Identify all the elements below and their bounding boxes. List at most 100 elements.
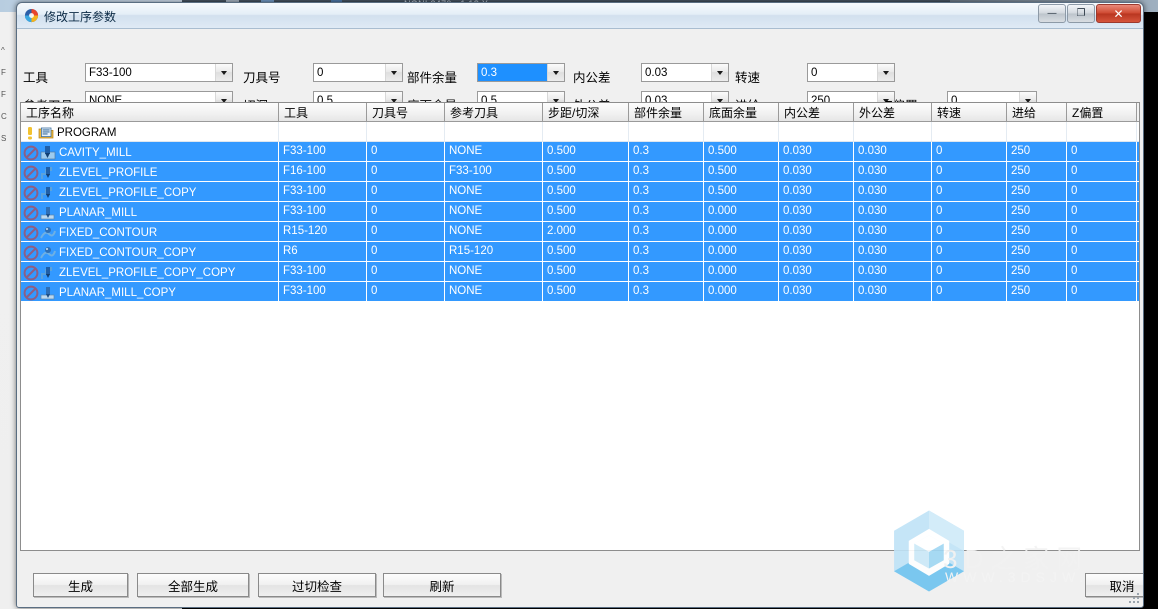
- grid-header-tool[interactable]: 工具: [279, 103, 367, 121]
- table-row[interactable]: ZLEVEL_PROFILE_COPY F33-100 0 NONE 0.500 0.3 0…: [21, 182, 1139, 202]
- operation-name-cell: ZLEVEL_PROFILE_COPY: [21, 182, 279, 201]
- grid-header-zoff[interactable]: Z偏置: [1067, 103, 1137, 121]
- cell-tnum: 0: [367, 222, 445, 241]
- program-cell-reft: [445, 122, 543, 141]
- cell-speed: 0: [932, 282, 1007, 301]
- footer-button-3[interactable]: 刷新: [383, 573, 501, 597]
- cell-reft: NONE: [445, 222, 543, 241]
- cell-feed: 250: [1007, 182, 1067, 201]
- maximize-button[interactable]: ❐: [1067, 4, 1095, 23]
- grid-header-tnum[interactable]: 刀具号: [367, 103, 445, 121]
- operation-name: ZLEVEL_PROFILE_COPY: [59, 187, 197, 199]
- cell-feed: 250: [1007, 262, 1067, 281]
- zlevel-profile-icon: [40, 165, 56, 181]
- cell-speed: 0: [932, 222, 1007, 241]
- grid-header-name[interactable]: 工序名称: [21, 103, 279, 121]
- cell-zoff: 0: [1067, 242, 1137, 261]
- minimize-icon: —: [1047, 8, 1057, 19]
- table-row[interactable]: FIXED_CONTOUR R15-120 0 NONE 2.000 0.3 0.000 0.…: [21, 222, 1139, 242]
- minimize-button[interactable]: —: [1038, 4, 1066, 23]
- table-row[interactable]: ZLEVEL_PROFILE_COPY_COPY F33-100 0 NONE 0.50…: [21, 262, 1139, 282]
- program-cell-intol: [779, 122, 854, 141]
- cell-reft: NONE: [445, 262, 543, 281]
- combo-0[interactable]: F33-100: [85, 63, 233, 82]
- cell-zoff: 0: [1067, 222, 1137, 241]
- cell-tnum: 0: [367, 162, 445, 181]
- field-label-0: 工具: [23, 71, 49, 85]
- grid-header-intol[interactable]: 内公差: [779, 103, 854, 121]
- grid-header-row: 工序名称 工具 刀具号 参考刀具 步距/切深 部件余量 底面余量 内公差 外公差 转速 进给 Z偏置: [21, 103, 1139, 122]
- program-name-cell: PROGRAM: [21, 122, 279, 141]
- footer-button-1[interactable]: 全部生成: [137, 573, 249, 597]
- cell-intol: 0.030: [779, 242, 854, 261]
- field-label-2: 刀具号: [243, 71, 281, 85]
- grid-header-speed[interactable]: 转速: [932, 103, 1007, 121]
- chevron-down-icon[interactable]: [385, 64, 402, 81]
- cell-outtol: 0.030: [854, 202, 932, 221]
- table-row[interactable]: ZLEVEL_PROFILE F16-100 0 F33-100 0.500 0.3 0.5…: [21, 162, 1139, 182]
- no-entry-icon: [23, 265, 39, 281]
- grid-header-part[interactable]: 部件余量: [629, 103, 704, 121]
- cell-step: 0.500: [543, 242, 629, 261]
- grid-header-feed[interactable]: 进给: [1007, 103, 1067, 121]
- cell-intol: 0.030: [779, 142, 854, 161]
- cavity-mill-icon: [40, 145, 56, 161]
- cell-tool: F33-100: [279, 142, 367, 161]
- footer-button-2[interactable]: 过切检查: [258, 573, 376, 597]
- combo-value-2[interactable]: 0: [314, 64, 385, 81]
- combo-value-8[interactable]: 0: [808, 64, 877, 81]
- program-cell-step: [543, 122, 629, 141]
- table-row[interactable]: FIXED_CONTOUR_COPY R6 0 R15-120 0.500 0.3 0.00…: [21, 242, 1139, 262]
- no-entry-icon: [23, 245, 39, 261]
- table-row[interactable]: PLANAR_MILL F33-100 0 NONE 0.500 0.3 0.000 0.03…: [21, 202, 1139, 222]
- grid-body[interactable]: PROGRAM CAVITY_MILL F33-100 0 NONE 0.500 0.3 0.…: [21, 122, 1139, 302]
- grid-header-floor[interactable]: 底面余量: [704, 103, 779, 121]
- cell-zoff: 0: [1067, 142, 1137, 161]
- combo-6[interactable]: 0.03: [641, 63, 729, 82]
- titlebar[interactable]: 修改工序参数 — ❐ ✕: [17, 3, 1143, 29]
- cell-part: 0.3: [629, 142, 704, 161]
- chevron-down-icon[interactable]: [877, 64, 894, 81]
- grid-header-outtol[interactable]: 外公差: [854, 103, 932, 121]
- grid-row-program[interactable]: PROGRAM: [21, 122, 1139, 142]
- combo-value-0[interactable]: F33-100: [86, 64, 215, 81]
- grid-header-step[interactable]: 步距/切深: [543, 103, 629, 121]
- cell-zoff: 0: [1067, 282, 1137, 301]
- combo-8[interactable]: 0: [807, 63, 895, 82]
- maximize-icon: ❐: [1076, 8, 1086, 19]
- chevron-down-icon[interactable]: [547, 64, 564, 81]
- cell-tnum: 0: [367, 202, 445, 221]
- chevron-down-icon[interactable]: [711, 64, 728, 81]
- grid-header-reft[interactable]: 参考刀具: [445, 103, 543, 121]
- combo-2[interactable]: 0: [313, 63, 403, 82]
- window-title: 修改工序参数: [44, 10, 117, 24]
- cell-reft: NONE: [445, 202, 543, 221]
- program-cell-zoff: [1067, 122, 1137, 141]
- resize-grip[interactable]: [1129, 593, 1141, 605]
- operations-grid[interactable]: 工序名称 工具 刀具号 参考刀具 步距/切深 部件余量 底面余量 内公差 外公差 转速 进给 Z偏置 …: [20, 102, 1140, 551]
- combo-value-4[interactable]: 0.3: [478, 64, 547, 81]
- footer-button-0[interactable]: 生成: [33, 573, 128, 597]
- table-row[interactable]: PLANAR_MILL_COPY F33-100 0 NONE 0.500 0.3 0.00…: [21, 282, 1139, 302]
- zlevel-profile-icon: [40, 185, 56, 201]
- combo-value-6[interactable]: 0.03: [642, 64, 711, 81]
- cell-feed: 250: [1007, 162, 1067, 181]
- operation-name-cell: CAVITY_MILL: [21, 142, 279, 161]
- cell-intol: 0.030: [779, 222, 854, 241]
- field-label-6: 内公差: [573, 71, 611, 85]
- app-icon: [24, 8, 39, 23]
- table-row[interactable]: CAVITY_MILL F33-100 0 NONE 0.500 0.3 0.500 0.03…: [21, 142, 1139, 162]
- chevron-down-icon[interactable]: [215, 64, 232, 81]
- cell-tnum: 0: [367, 282, 445, 301]
- close-button[interactable]: ✕: [1096, 4, 1141, 23]
- cell-tool: R15-120: [279, 222, 367, 241]
- no-entry-icon: [23, 285, 39, 301]
- cell-outtol: 0.030: [854, 182, 932, 201]
- cell-tool: F33-100: [279, 262, 367, 281]
- cell-outtol: 0.030: [854, 162, 932, 181]
- cell-floor: 0.500: [704, 142, 779, 161]
- warning-icon: [23, 125, 37, 141]
- combo-4[interactable]: 0.3: [477, 63, 565, 82]
- planar-mill-icon: [40, 285, 56, 301]
- cell-step: 0.500: [543, 262, 629, 281]
